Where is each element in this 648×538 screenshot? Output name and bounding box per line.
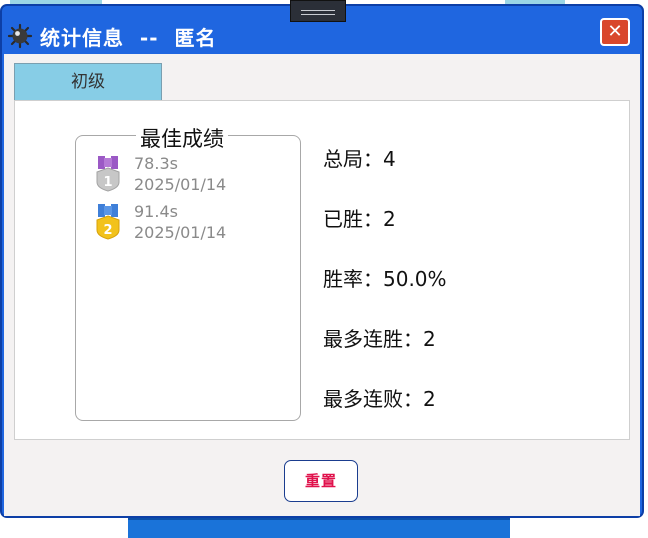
medal-silver-1-icon: 1 xyxy=(96,156,120,192)
dialog-content: 初级 最佳成绩 1 78.3s 2025/01/14 2 91.4s 2025/… xyxy=(4,54,640,516)
stat-max-win-streak: 最多连胜：2 xyxy=(323,327,436,351)
background-window-edge xyxy=(128,518,510,538)
tab-panel: 最佳成绩 1 78.3s 2025/01/14 2 91.4s 2025/01/… xyxy=(14,100,630,440)
reset-button[interactable]: 重置 xyxy=(284,460,358,502)
statistics-dialog: 统计信息 -- 匿名 ✕ 初级 最佳成绩 1 78.3s 2025/01/14 xyxy=(0,4,644,518)
best-scores-title: 最佳成绩 xyxy=(136,123,228,153)
record-time: 78.3s xyxy=(134,154,178,173)
svg-text:2: 2 xyxy=(103,223,112,238)
svg-text:1: 1 xyxy=(103,175,112,190)
medal-gold-2-icon: 2 xyxy=(96,204,120,240)
stat-wins: 已胜：2 xyxy=(323,207,396,231)
stat-total-games: 总局：4 xyxy=(323,147,396,171)
record-date: 2025/01/14 xyxy=(134,223,227,242)
drag-handle[interactable] xyxy=(290,0,346,22)
stat-win-rate: 胜率：50.0% xyxy=(323,267,447,291)
mine-icon xyxy=(7,23,33,49)
record-date: 2025/01/14 xyxy=(134,175,227,194)
stat-max-loss-streak: 最多连败：2 xyxy=(323,387,436,411)
best-scores-group: 最佳成绩 1 78.3s 2025/01/14 2 91.4s 2025/01/… xyxy=(75,123,301,421)
record-time: 91.4s xyxy=(134,202,178,221)
tab-beginner[interactable]: 初级 xyxy=(14,63,162,100)
window-title: 统计信息 -- 匿名 xyxy=(40,26,217,50)
close-button[interactable]: ✕ xyxy=(600,18,630,46)
